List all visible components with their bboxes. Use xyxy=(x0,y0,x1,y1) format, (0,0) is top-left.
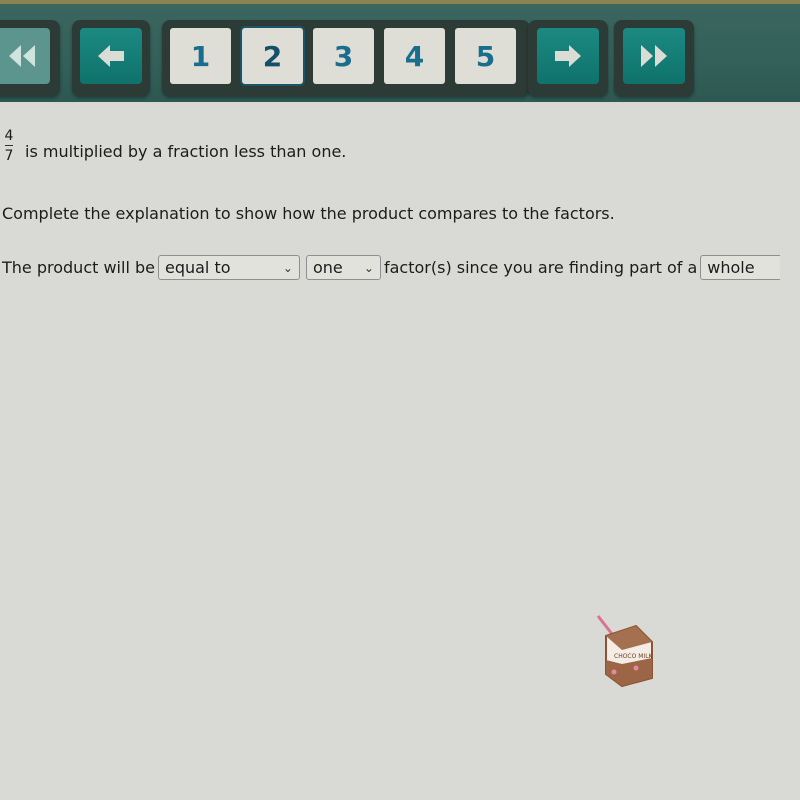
page-button-1[interactable]: 1 xyxy=(170,28,231,84)
comparison-dropdown-value: equal to xyxy=(164,258,231,277)
comparison-dropdown[interactable]: equal to ⌄ xyxy=(157,255,300,280)
whole-dropdown[interactable]: whole xyxy=(700,255,781,280)
last-question-button[interactable] xyxy=(623,28,685,84)
first-button-group xyxy=(0,20,60,96)
page-button-5[interactable]: 5 xyxy=(455,28,516,84)
factor-count-dropdown[interactable]: one ⌄ xyxy=(305,255,381,280)
sentence-start: The product will be xyxy=(2,258,155,277)
question-navigation-bar: 1 2 3 4 5 xyxy=(0,4,800,105)
choco-milk-sticker: CHOCO MILK xyxy=(596,615,654,688)
chevron-down-icon: ⌄ xyxy=(363,260,374,275)
right-arrow-icon xyxy=(555,45,581,67)
page-button-4[interactable]: 4 xyxy=(384,28,445,84)
last-button-group xyxy=(614,20,694,96)
double-left-arrow-icon xyxy=(9,45,35,67)
cheek-right xyxy=(633,665,639,671)
sentence-middle: factor(s) since you are finding part of … xyxy=(383,258,698,277)
instruction-text: Complete the explanation to show how the… xyxy=(2,204,615,223)
page-buttons-group: 1 2 3 4 5 xyxy=(162,20,530,96)
sticker-label: CHOCO MILK xyxy=(614,653,654,660)
whole-dropdown-value: whole xyxy=(707,258,755,277)
next-button-group xyxy=(528,20,608,96)
first-question-button[interactable] xyxy=(0,28,50,84)
fraction-four-sevenths: 4 7 xyxy=(2,128,16,164)
question-statement: is multiplied by a fraction less than on… xyxy=(25,142,347,161)
fraction-numerator: 4 xyxy=(4,128,14,144)
left-arrow-icon xyxy=(98,45,124,67)
page-button-2[interactable]: 2 xyxy=(242,28,303,84)
factor-count-dropdown-value: one xyxy=(312,258,343,277)
double-right-arrow-icon xyxy=(641,45,667,67)
chevron-down-icon: ⌄ xyxy=(282,260,293,275)
fraction-bar xyxy=(5,145,13,146)
previous-button-group xyxy=(72,20,150,96)
next-question-button[interactable] xyxy=(537,28,599,84)
fraction-denominator: 7 xyxy=(4,148,14,164)
previous-question-button[interactable] xyxy=(80,28,142,84)
cheek-left xyxy=(611,669,617,675)
straw xyxy=(596,615,614,635)
answer-sentence: The product will be equal to ⌄ one ⌄ fac… xyxy=(2,255,783,280)
page-button-3[interactable]: 3 xyxy=(313,28,374,84)
